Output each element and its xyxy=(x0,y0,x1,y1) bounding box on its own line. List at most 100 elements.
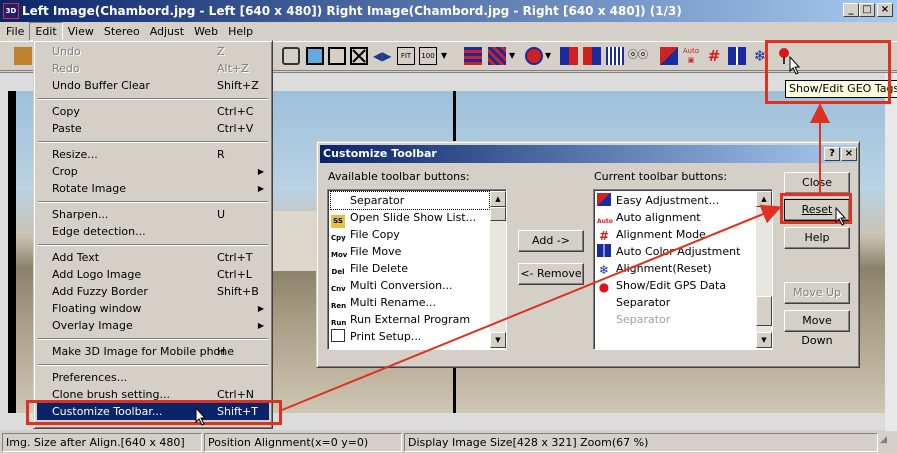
easy-adjust-icon[interactable] xyxy=(660,47,678,65)
list-item[interactable]: Run Run External Program xyxy=(331,311,470,328)
scroll-down-icon[interactable]: ▼ xyxy=(756,332,772,348)
status-position: Position Alignment(x=0 y=0) xyxy=(204,433,402,452)
minimize-icon[interactable]: _ xyxy=(843,3,859,17)
menu-item-preferences[interactable]: Preferences... xyxy=(37,369,269,386)
submenu-arrow-icon: ▶ xyxy=(257,304,264,313)
close-icon[interactable]: × xyxy=(841,147,857,161)
resize-grip-icon[interactable]: ◢ xyxy=(880,435,895,452)
app-icon: 3D xyxy=(3,3,19,19)
list-item[interactable]: Separator xyxy=(330,191,490,210)
menu-item-resize[interactable]: Resize... R xyxy=(37,146,269,163)
current-buttons-label: Current toolbar buttons: xyxy=(594,170,728,183)
menu-item-floating-window[interactable]: Floating window ▶ xyxy=(37,300,269,317)
menu-separator xyxy=(38,141,268,143)
open-folder-icon[interactable] xyxy=(14,47,32,65)
menu-item-add-fuzzy-border[interactable]: Add Fuzzy Border Shift+B xyxy=(37,283,269,300)
list-item[interactable]: Cnv Multi Conversion... xyxy=(331,277,453,294)
menu-item-add-logo-image[interactable]: Add Logo Image Ctrl+L xyxy=(37,266,269,283)
side-by-side-icon[interactable] xyxy=(560,47,578,65)
interlace-icon[interactable] xyxy=(464,47,482,65)
frame-icon[interactable] xyxy=(328,47,346,65)
remove-button[interactable]: <- Remove xyxy=(518,263,584,285)
auto-color-icon[interactable] xyxy=(728,47,746,65)
list-item[interactable]: Auto Auto alignment xyxy=(597,209,701,226)
column-interlace-icon[interactable] xyxy=(606,47,624,65)
menu-item-undo-buffer-clear[interactable]: Undo Buffer Clear Shift+Z xyxy=(37,77,269,94)
menu-adjust[interactable]: Adjust xyxy=(145,22,189,41)
menu-item-paste[interactable]: Paste Ctrl+V xyxy=(37,120,269,137)
fit-icon[interactable]: FIT xyxy=(397,47,415,65)
list-item[interactable]: ● Show/Edit GPS Data xyxy=(597,277,726,294)
alignment-mode-icon[interactable]: # xyxy=(705,47,723,65)
fullscreen-icon[interactable] xyxy=(350,47,368,65)
customize-toolbar-dialog: Customize Toolbar ? × Available toolbar … xyxy=(316,141,860,368)
swap-icon[interactable]: ◀▶ xyxy=(373,47,391,65)
anaglyph-icon[interactable] xyxy=(525,47,543,65)
list-item[interactable]: Easy Adjustment... xyxy=(597,192,719,209)
available-buttons-list[interactable]: Separator SS Open Slide Show List... Cpy F… xyxy=(327,189,507,350)
edit-menu: Undo Z Redo Alt+Z Undo Buffer Clear Shift+Z… xyxy=(33,40,273,429)
add-button[interactable]: Add -> xyxy=(518,230,584,252)
list-item[interactable]: Cpy File Copy xyxy=(331,226,400,243)
current-buttons-list[interactable]: Easy Adjustment... Auto Auto alignment # A… xyxy=(593,189,773,350)
help-button[interactable]: Help xyxy=(784,227,850,249)
list-item[interactable]: Ren Multi Rename... xyxy=(331,294,436,311)
available-buttons-label: Available toolbar buttons: xyxy=(328,170,470,183)
list-item[interactable]: SS Open Slide Show List... xyxy=(331,209,476,228)
menu-separator xyxy=(38,201,268,203)
current-list-scrollbar[interactable]: ▲ ▼ xyxy=(756,191,772,348)
scroll-up-icon[interactable]: ▲ xyxy=(756,191,772,207)
checker-icon[interactable] xyxy=(488,47,506,65)
menu-item-add-text[interactable]: Add Text Ctrl+T xyxy=(37,249,269,266)
menu-file[interactable]: File xyxy=(0,22,29,41)
glasses-icon[interactable]: ⓞⓞ xyxy=(628,47,648,65)
list-item[interactable]: Mov File Move xyxy=(331,243,401,260)
menu-item-make-3d-mobile[interactable]: Make 3D Image for Mobile phone H xyxy=(37,343,269,360)
list-item[interactable]: Del File Delete xyxy=(331,260,409,277)
scroll-thumb[interactable] xyxy=(756,296,772,326)
menu-item-edge-detection[interactable]: Edge detection... xyxy=(37,223,269,240)
list-item[interactable]: Auto Color Adjustment xyxy=(597,243,740,260)
move-down-button[interactable]: Move Down xyxy=(784,310,850,347)
available-list-scrollbar[interactable]: ▲ ▼ xyxy=(490,191,506,348)
chevron-down-icon[interactable]: ▼ xyxy=(509,47,517,65)
dialog-title: Customize Toolbar xyxy=(323,147,437,160)
cross-view-icon[interactable] xyxy=(583,47,601,65)
menu-item-sharpen[interactable]: Sharpen... U xyxy=(37,206,269,223)
menu-edit[interactable]: Edit xyxy=(29,22,63,41)
menu-stereo[interactable]: Stereo xyxy=(99,22,145,41)
close-icon[interactable]: × xyxy=(877,3,893,17)
menu-separator xyxy=(38,364,268,366)
chevron-down-icon[interactable]: ▼ xyxy=(441,47,449,65)
help-icon[interactable]: ? xyxy=(824,147,840,161)
menu-web[interactable]: Web xyxy=(189,22,223,41)
auto-align-icon[interactable]: Auto ▣ xyxy=(682,47,700,65)
list-item[interactable]: # Alignment Mode xyxy=(597,226,706,243)
menu-item-crop[interactable]: Crop ▶ xyxy=(37,163,269,180)
chevron-down-icon[interactable]: ▼ xyxy=(545,47,553,65)
menu-view[interactable]: View xyxy=(63,22,99,41)
scroll-up-icon[interactable]: ▲ xyxy=(490,191,506,207)
list-item[interactable]: Separator xyxy=(597,311,670,328)
display-mode-icon[interactable] xyxy=(282,47,300,65)
zoom-100-icon[interactable]: 100 xyxy=(419,47,437,65)
menu-item-redo: Redo Alt+Z xyxy=(52,62,249,75)
menu-item-rotate-image[interactable]: Rotate Image ▶ xyxy=(37,180,269,197)
menu-separator xyxy=(38,98,268,100)
status-bar: Img. Size after Align.[640 x 480] Positi… xyxy=(0,431,897,454)
vertical-scrollbar[interactable] xyxy=(885,73,897,431)
menu-item-copy[interactable]: Copy Ctrl+C xyxy=(37,103,269,120)
close-button[interactable]: Close xyxy=(784,172,850,194)
list-item[interactable]: Print Setup... xyxy=(331,328,421,345)
status-align-size: Img. Size after Align.[640 x 480] xyxy=(2,433,202,452)
list-item[interactable]: Separator xyxy=(597,294,670,311)
scroll-thumb[interactable] xyxy=(490,207,506,221)
menu-item-overlay-image[interactable]: Overlay Image ▶ xyxy=(37,317,269,334)
fit-window-icon[interactable] xyxy=(306,47,324,65)
menu-help[interactable]: Help xyxy=(223,22,258,41)
maximize-icon[interactable]: □ xyxy=(859,3,875,17)
highlight-reset-button xyxy=(780,193,852,224)
list-item[interactable]: ❄ Alignment(Reset) xyxy=(597,260,712,277)
move-up-button[interactable]: Move Up xyxy=(784,282,850,304)
scroll-down-icon[interactable]: ▼ xyxy=(490,332,506,348)
